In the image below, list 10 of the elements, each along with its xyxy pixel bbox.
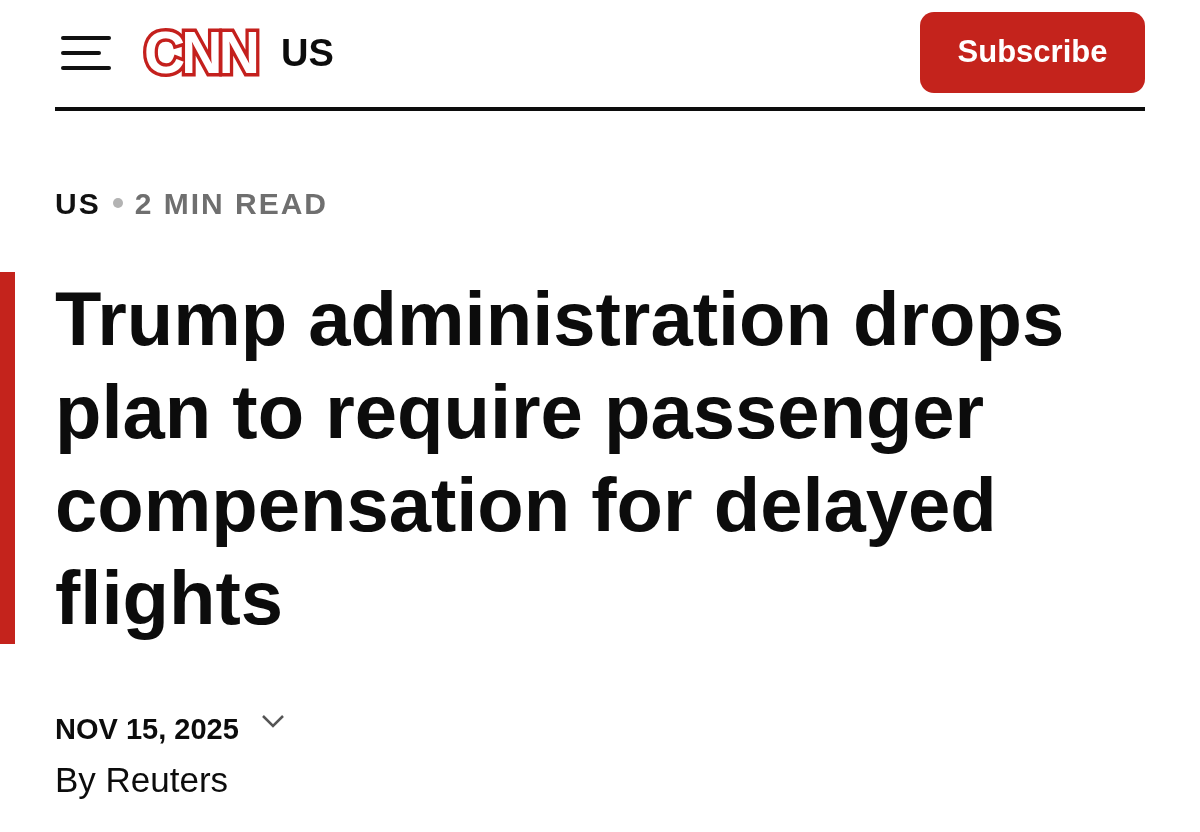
subscribe-button[interactable]: Subscribe bbox=[920, 12, 1145, 93]
read-time: 2 MIN READ bbox=[134, 185, 329, 222]
dot-icon bbox=[112, 198, 123, 208]
byline: By Reuters bbox=[55, 760, 230, 800]
menu-icon[interactable] bbox=[61, 34, 111, 71]
edition-label[interactable]: US bbox=[281, 33, 334, 72]
publish-date: NOV 15, 2025 bbox=[55, 712, 239, 746]
section-label[interactable]: US bbox=[55, 180, 101, 226]
headline: Trump administration drops plan to require passenger compensation for delayed flights bbox=[55, 275, 1066, 642]
chevron-icon[interactable] bbox=[260, 714, 285, 728]
